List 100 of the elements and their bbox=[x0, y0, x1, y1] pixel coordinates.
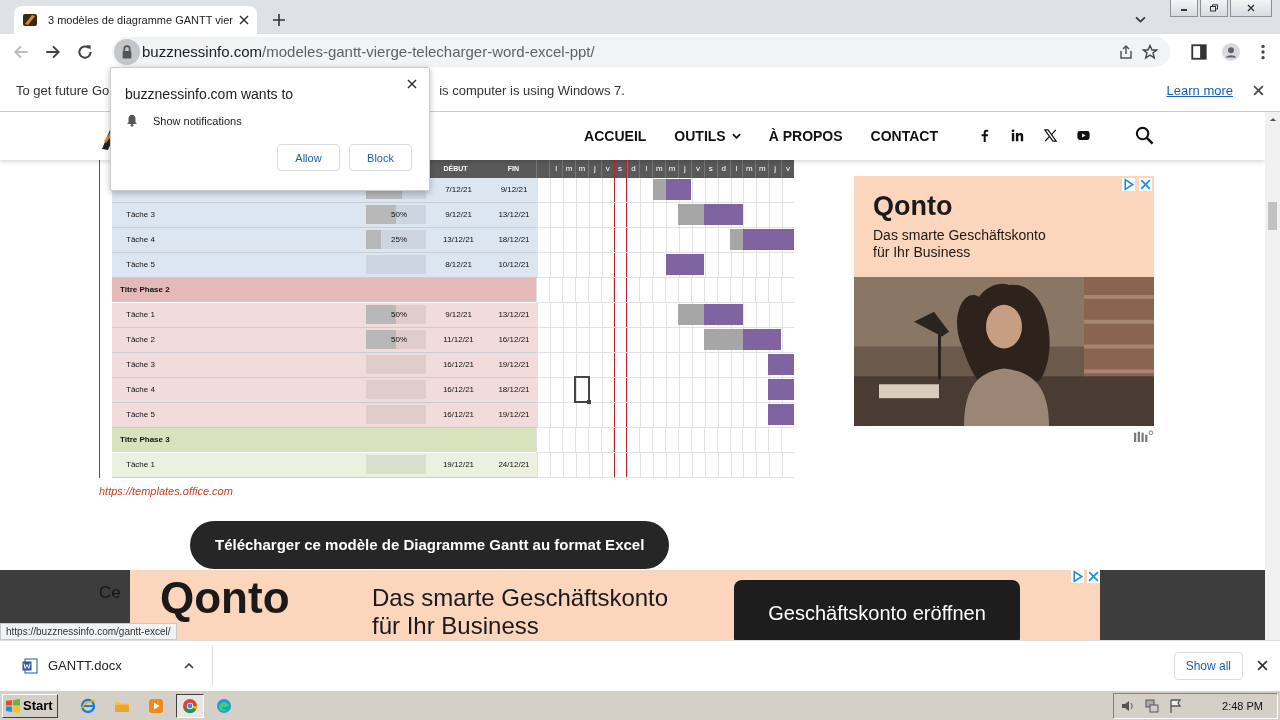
download-button[interactable]: Télécharger ce modèle de Diagramme Gantt au format Excel bbox=[190, 520, 670, 569]
scroll-up-arrow-icon[interactable] bbox=[1268, 116, 1277, 122]
taskbar-app[interactable] bbox=[175, 693, 204, 718]
gantt-bar bbox=[742, 228, 794, 250]
close-ad-icon[interactable] bbox=[1087, 570, 1100, 584]
nav-link[interactable]: ACCUEIL bbox=[584, 127, 647, 144]
brand-logo: Qonto bbox=[873, 190, 954, 222]
gantt-bar bbox=[704, 203, 743, 225]
status-url-tooltip: https://buzznessinfo.com/gantt-excel/ bbox=[0, 623, 177, 641]
permission-label: Show notifications bbox=[153, 114, 242, 127]
end-date: 18/12/21 bbox=[497, 385, 531, 395]
caret-up-icon[interactable] bbox=[184, 662, 194, 669]
gantt-bar bbox=[742, 328, 782, 350]
four-color-flag-icon bbox=[5, 697, 21, 714]
learn-more-link[interactable]: Learn more bbox=[1166, 82, 1233, 98]
chevron-down-icon[interactable] bbox=[1135, 15, 1146, 23]
share-icon[interactable] bbox=[1118, 43, 1134, 60]
block-button[interactable]: Block bbox=[349, 144, 412, 171]
cell-cursor-icon bbox=[574, 375, 592, 404]
day-header: l bbox=[729, 159, 743, 178]
end-date: 9/12/21 bbox=[499, 185, 529, 195]
open-account-button[interactable]: Geschäftskonto eröffnen bbox=[734, 580, 1020, 641]
task-name: Tâche 4 bbox=[126, 235, 155, 245]
video-play-icon[interactable] bbox=[1077, 129, 1090, 143]
end-date: 16/12/21 bbox=[497, 335, 531, 345]
bell-icon bbox=[125, 113, 139, 128]
start-date: 13/12/21 bbox=[441, 235, 476, 245]
network-icon[interactable] bbox=[1144, 697, 1161, 714]
start-date: 7/12/21 bbox=[444, 185, 473, 195]
close-icon[interactable] bbox=[1253, 84, 1264, 96]
today-marker bbox=[613, 277, 627, 302]
start-date: 16/12/21 bbox=[441, 410, 476, 420]
adchoices-icon[interactable] bbox=[1122, 177, 1135, 191]
close-ad-icon[interactable] bbox=[1139, 177, 1152, 191]
close-tab-icon[interactable] bbox=[239, 14, 250, 25]
phase-header: Titre Phase 2 bbox=[112, 277, 537, 303]
address-bar[interactable]: buzznessinfo.com/modeles-gantt-vierge-telecharger-word-excel-ppt/ bbox=[112, 36, 1170, 67]
reload-icon[interactable] bbox=[76, 42, 94, 61]
nav-link[interactable]: CONTACT bbox=[870, 127, 938, 144]
end-date: 18/12/21 bbox=[497, 235, 531, 245]
document-icon bbox=[22, 657, 38, 674]
ad-banner[interactable]: Qonto Das smarte Geschäftskonto für Ihr Business bbox=[854, 175, 1154, 426]
brand-logo: Qonto bbox=[160, 572, 291, 621]
end-date: 10/12/21 bbox=[497, 260, 531, 270]
lock-icon[interactable] bbox=[114, 38, 140, 65]
percent-value: 50% bbox=[391, 210, 407, 220]
gantt-bar-done bbox=[678, 203, 705, 225]
percent-value: 50% bbox=[391, 335, 407, 345]
day-header: m bbox=[742, 159, 756, 178]
clock[interactable]: 2:48 PM bbox=[1222, 699, 1263, 712]
gantt-bar bbox=[768, 353, 794, 375]
linkedin-icon[interactable] bbox=[1011, 129, 1024, 143]
search-icon[interactable] bbox=[1135, 126, 1154, 146]
source-link[interactable]: https://templates.office.com bbox=[99, 484, 794, 497]
today-marker bbox=[613, 427, 627, 452]
start-date: 19/12/21 bbox=[441, 460, 476, 470]
gantt-bar bbox=[665, 178, 692, 200]
day-header: v bbox=[781, 159, 794, 178]
today-marker bbox=[614, 352, 627, 377]
restore-icon bbox=[1209, 4, 1219, 12]
allow-button[interactable]: Allow bbox=[277, 144, 340, 171]
gantt-bar-done bbox=[652, 178, 666, 200]
start-date: 11/12/21 bbox=[442, 335, 475, 345]
day-header: m bbox=[665, 159, 679, 178]
start-date: 16/12/21 bbox=[441, 360, 476, 370]
scrollbar[interactable] bbox=[1265, 111, 1280, 641]
day-header: m bbox=[575, 159, 588, 178]
adchoices-icon[interactable] bbox=[1071, 570, 1084, 584]
percent-value: 25% bbox=[391, 235, 407, 245]
day-header: l bbox=[639, 159, 653, 178]
close-icon[interactable] bbox=[407, 79, 417, 89]
gantt-bar bbox=[704, 303, 743, 325]
task-name: Tâche 4 bbox=[126, 385, 155, 395]
gantt-bar-done bbox=[729, 228, 743, 250]
scrollbar-thumb[interactable] bbox=[1268, 201, 1277, 230]
close-icon bbox=[1246, 4, 1256, 12]
info-message: To get future Go bbox=[16, 82, 110, 98]
e-logo-icon bbox=[79, 697, 96, 714]
star-icon[interactable] bbox=[1142, 43, 1158, 60]
show-all-button[interactable]: Show all bbox=[1173, 651, 1243, 680]
gantt-bar bbox=[768, 403, 794, 425]
start-button[interactable]: Start bbox=[2, 693, 58, 718]
today-marker bbox=[614, 252, 627, 277]
ad-network-icon[interactable] bbox=[1133, 429, 1154, 443]
x-logo-icon[interactable] bbox=[1044, 129, 1057, 143]
nav-link[interactable]: À PROPOS bbox=[768, 127, 843, 144]
day-header: m bbox=[652, 159, 666, 178]
end-date: 19/12/21 bbox=[497, 410, 531, 420]
new-tab-icon[interactable] bbox=[273, 13, 286, 26]
restore-button[interactable] bbox=[1200, 0, 1228, 17]
today-marker bbox=[614, 377, 627, 402]
browser-tab[interactable]: 3 modèles de diagramme GANTT vier bbox=[14, 5, 258, 34]
close-icon[interactable] bbox=[1257, 660, 1268, 672]
side-panel-icon[interactable] bbox=[1190, 42, 1208, 61]
minimize-button[interactable] bbox=[1170, 0, 1198, 17]
ad-text: Das smarte Geschäftskonto für Ihr Business bbox=[372, 584, 670, 641]
profile-icon[interactable] bbox=[1222, 42, 1240, 61]
day-header: s bbox=[613, 159, 627, 178]
download-file-name[interactable]: GANTT.docx bbox=[48, 658, 184, 674]
nav-link[interactable]: OUTILS bbox=[674, 127, 741, 144]
